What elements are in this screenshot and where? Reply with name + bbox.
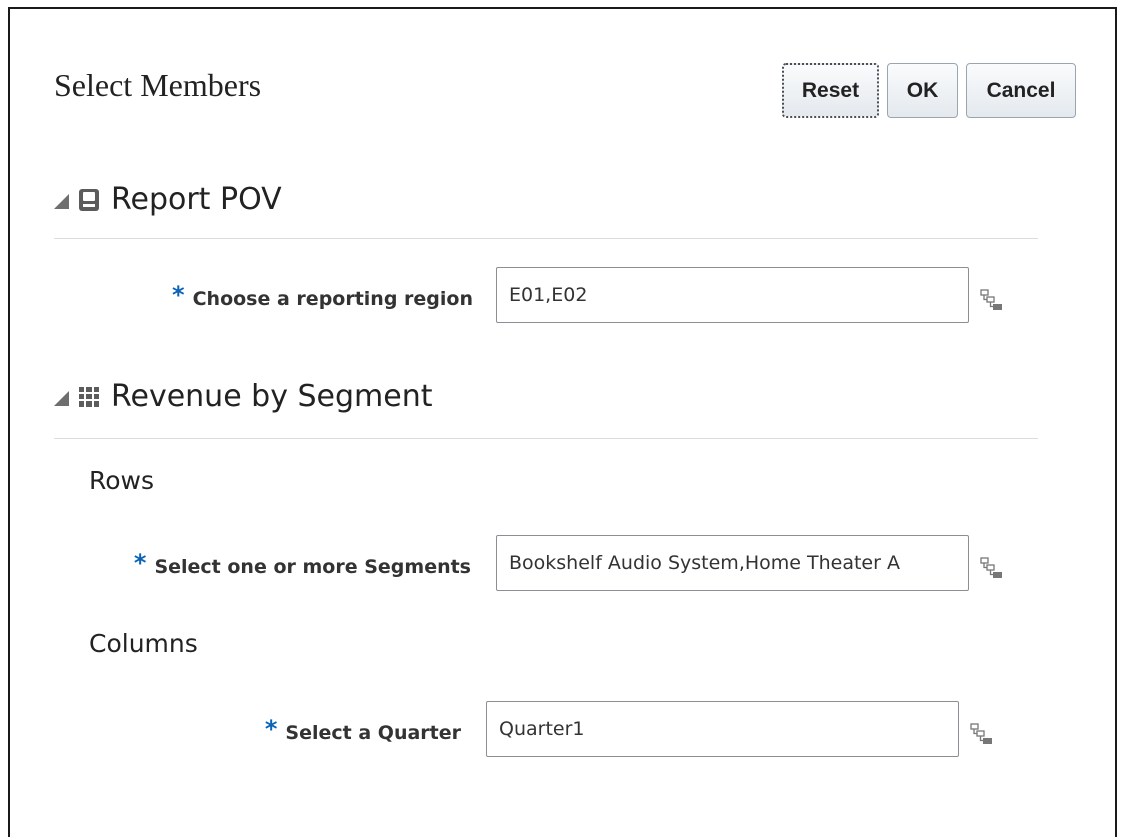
field-label-reporting-region: * Choose a reporting region [172, 281, 473, 310]
cancel-button[interactable]: Cancel [966, 63, 1076, 118]
collapse-triangle-icon[interactable] [54, 391, 69, 406]
section-title-revenue-by-segment: Revenue by Segment [111, 379, 433, 414]
segments-input[interactable] [496, 535, 969, 591]
section-header-report-pov[interactable]: Report POV [54, 182, 282, 217]
grid-icon [79, 386, 99, 407]
required-asterisk: * [264, 715, 278, 743]
required-asterisk: * [172, 281, 185, 309]
ok-button[interactable]: OK [887, 63, 958, 118]
required-asterisk: * [133, 549, 147, 577]
select-members-dialog: Select Members Reset OK Cancel Report PO… [8, 7, 1117, 837]
quarter-input[interactable] [486, 701, 959, 757]
reporting-region-input[interactable] [496, 267, 969, 323]
columns-heading: Columns [89, 629, 198, 658]
field-label-segments: * Select one or more Segments [133, 549, 471, 578]
rows-heading: Rows [89, 466, 155, 495]
section-title-report-pov: Report POV [111, 182, 282, 217]
field-label-quarter: * Select a Quarter [264, 715, 461, 744]
member-selector-icon[interactable] [980, 289, 1004, 311]
section-header-revenue-by-segment[interactable]: Revenue by Segment [54, 379, 433, 414]
dialog-title: Select Members [54, 67, 262, 103]
collapse-triangle-icon[interactable] [54, 194, 69, 209]
section-divider [54, 238, 1038, 239]
section-divider [54, 438, 1038, 439]
reset-button[interactable]: Reset [782, 63, 879, 118]
report-icon [79, 188, 99, 211]
member-selector-icon[interactable] [970, 723, 994, 745]
member-selector-icon[interactable] [980, 557, 1004, 579]
